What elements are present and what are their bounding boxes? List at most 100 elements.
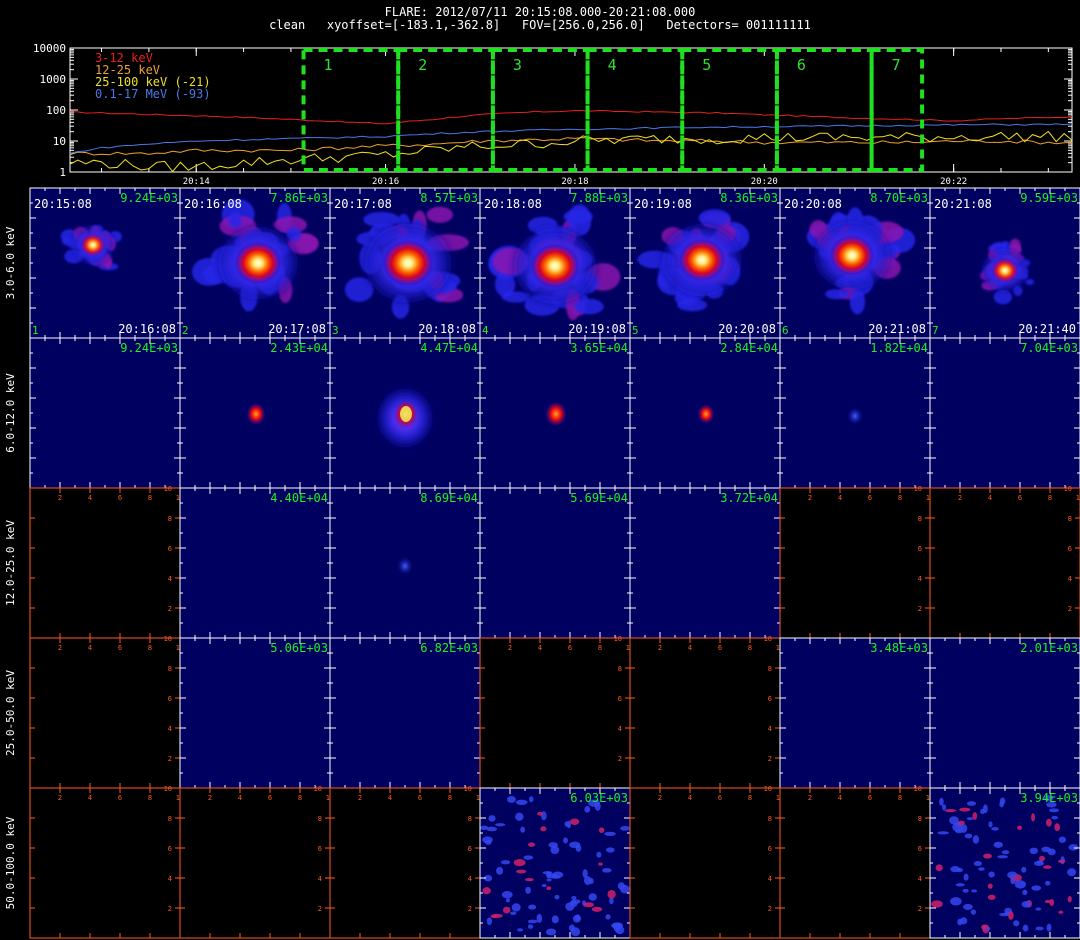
noise-speckle bbox=[572, 914, 581, 923]
panel-tick-label: 2 bbox=[58, 494, 62, 502]
noise-speckle bbox=[515, 869, 527, 874]
panel-tick-label: 6 bbox=[118, 794, 122, 802]
emission-core bbox=[530, 244, 580, 288]
noise-speckle bbox=[1008, 911, 1014, 920]
image-panel: 5.69E+04 bbox=[479, 487, 631, 639]
emission-core bbox=[830, 235, 874, 276]
noise-speckle bbox=[546, 886, 552, 891]
noise-speckle bbox=[983, 804, 988, 814]
noise-speckle bbox=[571, 896, 577, 900]
panel-tick-label: 8 bbox=[148, 794, 152, 802]
noise-speckle bbox=[1035, 907, 1042, 911]
noise-speckle bbox=[527, 924, 534, 929]
noise-speckle bbox=[583, 902, 594, 908]
panel-index: 5 bbox=[632, 324, 639, 337]
image-panel: 224466881010 bbox=[179, 785, 334, 939]
panel-start-time: 20:19:08 bbox=[634, 197, 692, 211]
panel-tick-label: 8 bbox=[918, 515, 922, 523]
noise-speckle bbox=[551, 915, 559, 924]
noise-speckle bbox=[944, 809, 957, 813]
panel-tick-label: 4 bbox=[768, 875, 772, 883]
interval-label: 4 bbox=[608, 56, 617, 74]
panel-tick-label: 2 bbox=[808, 794, 812, 802]
noise-speckle bbox=[545, 928, 557, 936]
image-panel: 1.82E+04 bbox=[779, 337, 931, 489]
panel-tick-label: 2 bbox=[918, 905, 922, 913]
panel-tick-label: 4 bbox=[688, 644, 692, 652]
noise-speckle bbox=[609, 897, 614, 905]
noise-speckle bbox=[988, 871, 995, 878]
panel-background bbox=[180, 488, 330, 638]
panel-tick-label: 4 bbox=[538, 644, 542, 652]
noise-speckle bbox=[978, 867, 985, 871]
panel-tick-label: 2 bbox=[168, 905, 172, 913]
noise-speckle bbox=[999, 912, 1010, 917]
emission-peak bbox=[400, 406, 412, 422]
image-panel: 224466881010 bbox=[29, 785, 184, 939]
image-panel: 224466881010 bbox=[29, 635, 184, 789]
panel-tick-label: 6 bbox=[468, 845, 472, 853]
panel-tick-label: 2 bbox=[358, 794, 362, 802]
panel-tick-label: 2 bbox=[768, 905, 772, 913]
panel-tick-label: 10 bbox=[764, 635, 772, 643]
noise-speckle bbox=[1014, 880, 1027, 889]
noise-speckle bbox=[985, 926, 991, 931]
emission-core bbox=[991, 258, 1019, 283]
panel-end-time: 20:19:08 bbox=[568, 322, 626, 336]
noise-speckle bbox=[1046, 923, 1052, 932]
interval-box bbox=[585, 48, 685, 172]
panel-tick-label: 2 bbox=[918, 605, 922, 613]
panel-tick-label: 6 bbox=[418, 794, 422, 802]
noise-speckle bbox=[537, 811, 544, 816]
panel-tick-label: 10 bbox=[164, 635, 172, 643]
emission-core bbox=[234, 242, 282, 284]
interval-label: 1 bbox=[324, 56, 333, 74]
panel-background bbox=[780, 488, 930, 638]
panel-background bbox=[930, 488, 1080, 638]
panel-tick-label: 8 bbox=[468, 815, 472, 823]
noise-speckle bbox=[1035, 926, 1044, 931]
panel-index: 2 bbox=[182, 324, 189, 337]
noise-speckle bbox=[962, 888, 969, 893]
image-panel: 3.72E+04 bbox=[629, 487, 781, 639]
noise-speckle bbox=[1058, 836, 1067, 843]
image-panel: 4.47E+04 bbox=[329, 337, 481, 489]
noise-speckle bbox=[970, 909, 977, 915]
panel-tick-label: 4 bbox=[918, 875, 922, 883]
image-grid: 3.0-6.0 keV6.0-12.0 keV12.0-25.0 keV25.0… bbox=[4, 187, 1080, 939]
image-panel: 9.24E+03 20:15:08 20:16:08 1 bbox=[29, 187, 181, 339]
panel-background bbox=[780, 638, 930, 788]
noise-speckle bbox=[548, 842, 558, 848]
panel-tick-label: 4 bbox=[168, 575, 172, 583]
panel-tick-label: 4 bbox=[88, 494, 92, 502]
panel-tick-label: 6 bbox=[868, 494, 872, 502]
image-panel: 9.59E+03 20:21:08 20:21:40 7 bbox=[929, 187, 1080, 339]
noise-speckle bbox=[1051, 815, 1059, 820]
noise-speckle bbox=[1058, 910, 1064, 914]
noise-speckle bbox=[1044, 899, 1052, 904]
noise-speckle bbox=[1045, 880, 1051, 886]
noise-speckle bbox=[591, 906, 603, 912]
noise-speckle bbox=[596, 851, 602, 858]
noise-speckle bbox=[966, 817, 974, 821]
panel-tick-label: 6 bbox=[168, 845, 172, 853]
panel-tick-label: 4 bbox=[988, 494, 992, 502]
image-panel: 8.69E+04 bbox=[329, 487, 481, 639]
panel-max-value: 9.24E+03 bbox=[120, 341, 178, 355]
emission-blob bbox=[677, 298, 708, 312]
noise-speckle bbox=[490, 914, 499, 918]
noise-speckle bbox=[1054, 823, 1060, 832]
noise-speckle bbox=[546, 878, 552, 882]
emission-core bbox=[382, 240, 434, 286]
noise-speckle bbox=[550, 875, 561, 879]
noise-speckle bbox=[505, 898, 511, 903]
noise-speckle bbox=[500, 860, 511, 865]
noise-speckle bbox=[565, 902, 575, 911]
panel-max-value: 2.43E+04 bbox=[270, 341, 328, 355]
noise-speckle bbox=[523, 855, 534, 860]
noise-speckle bbox=[569, 818, 580, 825]
panel-tick-label: 6 bbox=[118, 644, 122, 652]
panel-tick-label: 2 bbox=[208, 794, 212, 802]
noise-speckle bbox=[602, 868, 612, 873]
panel-index: 1 bbox=[32, 324, 39, 337]
